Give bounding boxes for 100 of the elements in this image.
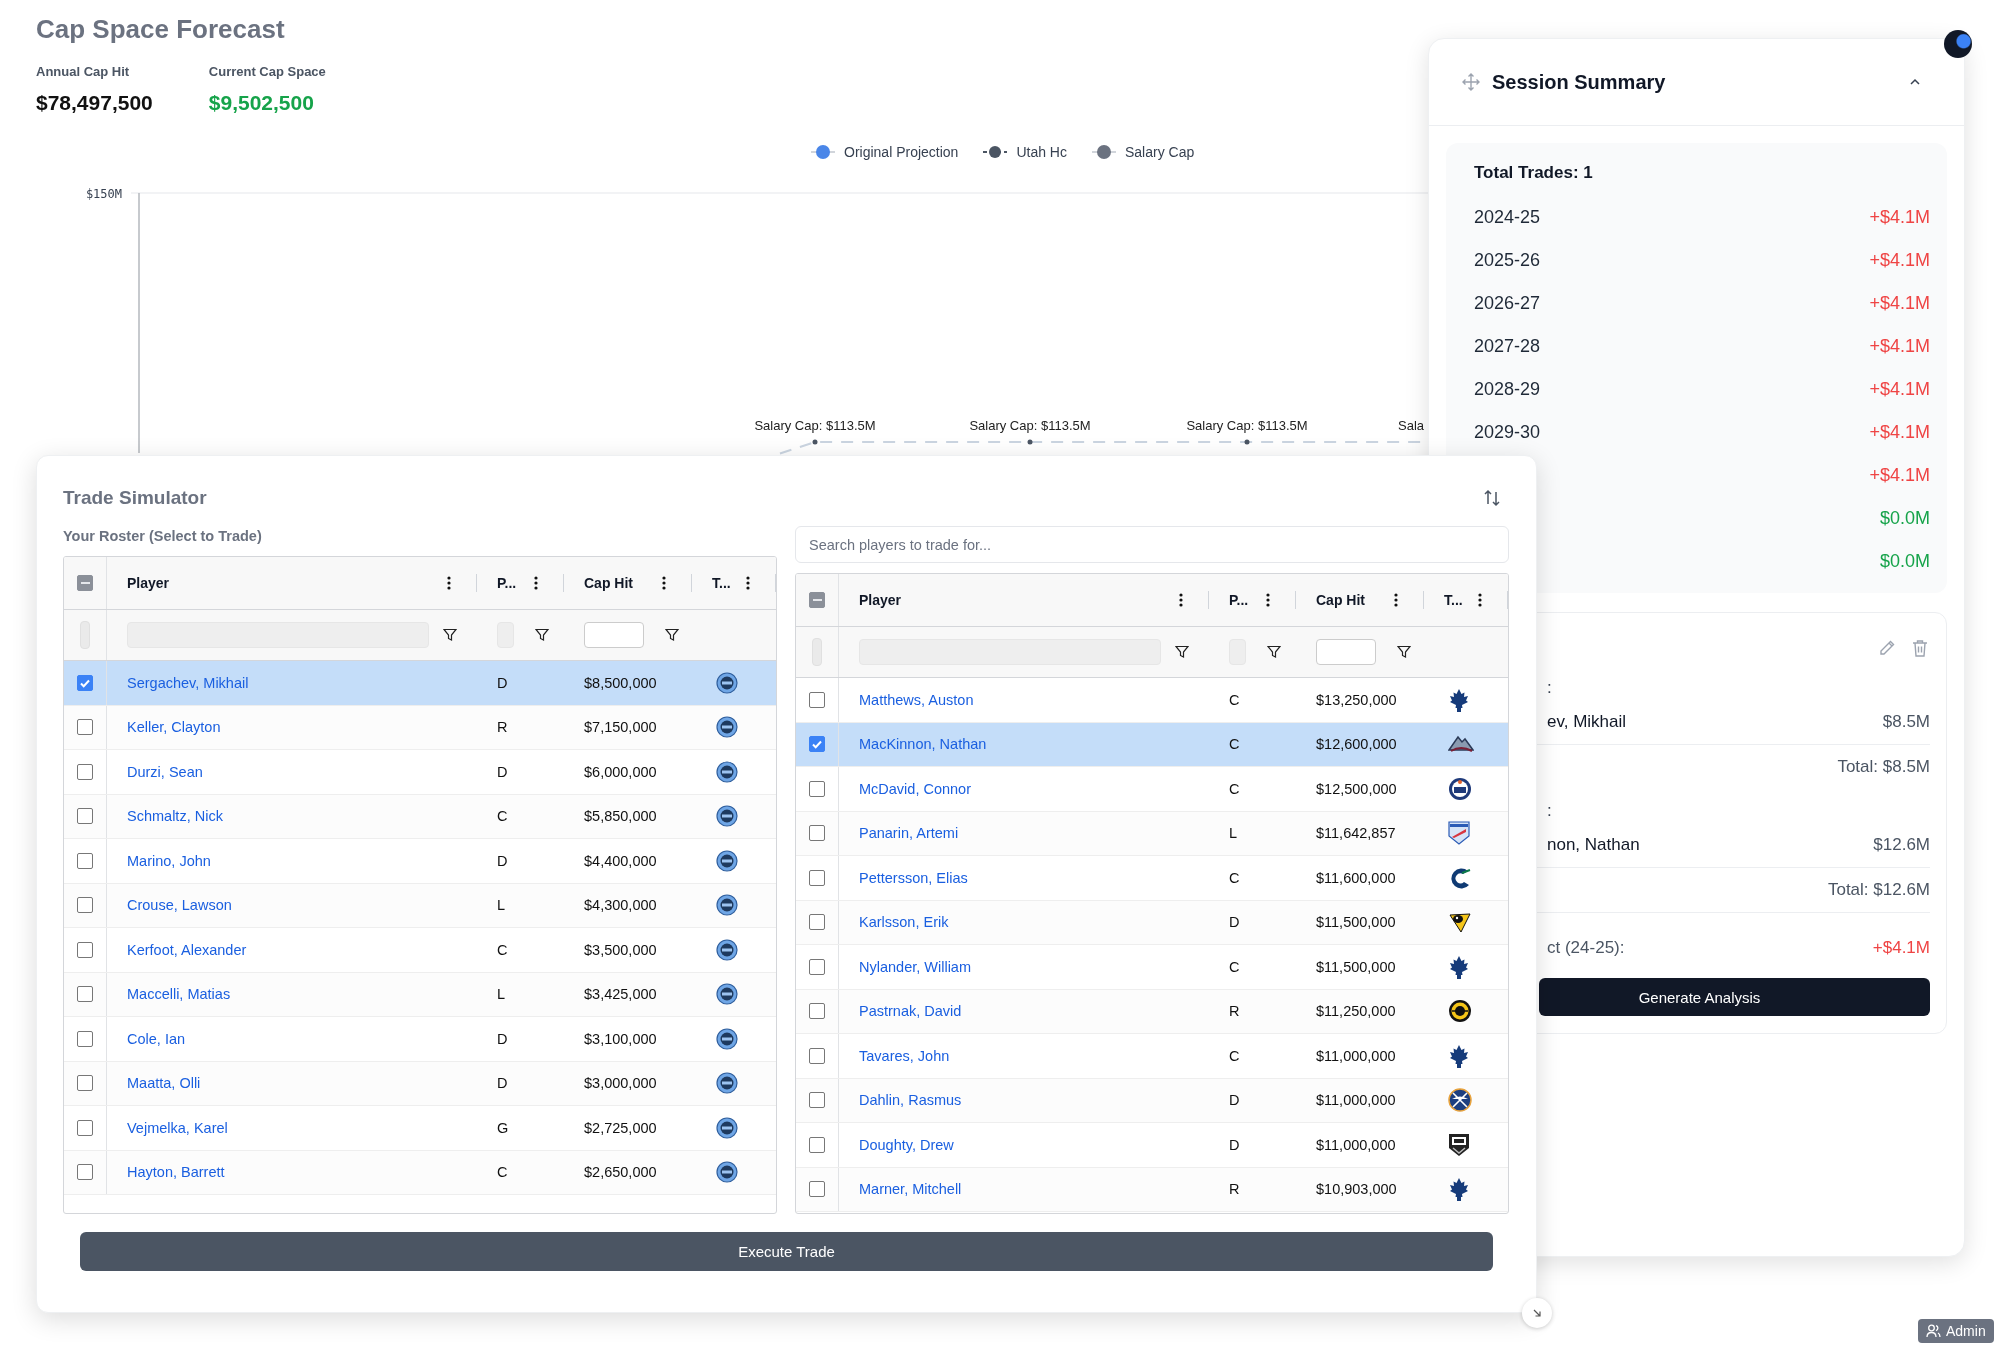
row-checkbox[interactable] <box>77 941 93 958</box>
filter-field[interactable] <box>812 638 822 666</box>
avatar-icon[interactable] <box>1944 30 1972 58</box>
filter-icon[interactable] <box>443 628 457 642</box>
player-link[interactable]: Keller, Clayton <box>127 719 221 736</box>
menu-icon[interactable] <box>1179 593 1183 607</box>
filter-field[interactable] <box>1316 639 1376 665</box>
player-link[interactable]: Maccelli, Matias <box>127 986 231 1003</box>
column-header[interactable]: Player <box>859 592 1179 608</box>
menu-icon[interactable] <box>662 576 666 590</box>
column-header[interactable]: Player <box>127 575 447 591</box>
menu-icon[interactable] <box>447 576 451 590</box>
row-checkbox[interactable] <box>77 1030 93 1047</box>
row-checkbox[interactable] <box>809 1136 825 1153</box>
pencil-icon[interactable] <box>1878 639 1896 657</box>
position-cell: C <box>497 941 508 958</box>
player-link[interactable]: Matthews, Auston <box>859 691 974 708</box>
stat-label: Current Cap Space <box>208 64 326 80</box>
row-checkbox[interactable] <box>809 1181 825 1198</box>
generate-analysis-button[interactable]: Generate Analysis <box>1539 978 1930 1016</box>
row-checkbox[interactable] <box>77 986 93 1003</box>
filter-field[interactable] <box>80 621 90 649</box>
filter-icon[interactable] <box>1175 645 1189 659</box>
cap-hit-cell: $11,000,000 <box>1316 1092 1396 1109</box>
search-field[interactable]: Search players to trade for... <box>795 526 1509 563</box>
player-link[interactable]: Karlsson, Erik <box>859 914 949 931</box>
legend-label[interactable]: Salary Cap <box>1124 144 1195 160</box>
menu-icon[interactable] <box>534 576 538 590</box>
row-checkbox[interactable] <box>809 1092 825 1109</box>
execute-trade-button[interactable]: Execute Trade <box>80 1232 1493 1271</box>
player-link[interactable]: Panarin, Artemi <box>859 825 959 842</box>
player-link[interactable]: Marino, John <box>127 852 211 869</box>
row-checkbox[interactable] <box>77 1164 93 1181</box>
swap-icon[interactable] <box>1483 489 1501 507</box>
player-link[interactable]: Doughty, Drew <box>859 1136 954 1153</box>
row-checkbox[interactable] <box>77 852 93 869</box>
column-header[interactable]: Cap Hit <box>584 575 662 591</box>
row-checkbox[interactable] <box>77 674 93 691</box>
position-cell: C <box>1229 691 1240 708</box>
menu-icon[interactable] <box>1394 593 1398 607</box>
player-link[interactable]: Nylander, William <box>859 958 971 975</box>
player-link[interactable]: Tavares, John <box>859 1047 950 1064</box>
position-cell: D <box>497 852 508 869</box>
cap-hit-cell: $6,000,000 <box>584 763 657 780</box>
menu-icon[interactable] <box>1478 593 1482 607</box>
cap-hit-cell: $12,600,000 <box>1316 736 1397 753</box>
admin-badge[interactable]: Admin <box>1918 1319 1994 1343</box>
row-checkbox[interactable] <box>809 780 825 797</box>
select-all-checkbox[interactable] <box>809 592 825 608</box>
filter-icon[interactable] <box>1397 645 1411 659</box>
row-checkbox[interactable] <box>809 736 825 753</box>
filter-icon[interactable] <box>1267 645 1281 659</box>
player-link[interactable]: Vejmelka, Karel <box>127 1119 228 1136</box>
column-header[interactable]: T... <box>1444 592 1478 608</box>
legend-label[interactable]: Utah Hc <box>1016 144 1067 160</box>
player-link[interactable]: MacKinnon, Nathan <box>859 736 987 753</box>
filter-icon[interactable] <box>535 628 549 642</box>
player-link[interactable]: Marner, Mitchell <box>859 1181 962 1198</box>
select-all-checkbox[interactable] <box>77 575 93 591</box>
player-link[interactable]: Maatta, Olli <box>127 1075 201 1092</box>
filter-icon[interactable] <box>665 628 679 642</box>
resize-handle[interactable] <box>1522 1298 1552 1328</box>
data-label: Sala <box>1398 418 1425 433</box>
position-cell: L <box>497 897 506 914</box>
player-link[interactable]: Hayton, Barrett <box>127 1164 225 1181</box>
filter-field[interactable] <box>584 622 644 648</box>
player-link[interactable]: Pastrnak, David <box>859 1003 962 1020</box>
row-checkbox[interactable] <box>77 1119 93 1136</box>
row-checkbox[interactable] <box>809 914 825 931</box>
player-link[interactable]: Crouse, Lawson <box>127 897 232 914</box>
player-link[interactable]: Durzi, Sean <box>127 763 203 780</box>
row-checkbox[interactable] <box>809 691 825 708</box>
row-checkbox[interactable] <box>77 719 93 736</box>
row-checkbox[interactable] <box>77 808 93 825</box>
menu-icon[interactable] <box>1266 593 1270 607</box>
row-checkbox[interactable] <box>809 1003 825 1020</box>
player-link[interactable]: Kerfoot, Alexander <box>127 941 247 958</box>
player-link[interactable]: Dahlin, Rasmus <box>859 1092 962 1109</box>
trash-icon[interactable] <box>1912 639 1928 657</box>
player-link[interactable]: Pettersson, Elias <box>859 869 968 886</box>
row-checkbox[interactable] <box>809 869 825 886</box>
menu-icon[interactable] <box>746 576 750 590</box>
player-link[interactable]: Sergachev, Mikhail <box>127 674 249 691</box>
player-link[interactable]: Schmaltz, Nick <box>127 808 223 825</box>
player-link[interactable]: McDavid, Connor <box>859 780 971 797</box>
move-icon[interactable] <box>1462 73 1480 91</box>
position-cell: D <box>1229 1092 1240 1109</box>
row-checkbox[interactable] <box>77 763 93 780</box>
column-header[interactable]: P... <box>1229 592 1266 608</box>
row-checkbox[interactable] <box>809 1047 825 1064</box>
legend-label[interactable]: Original Projection <box>844 144 959 160</box>
row-checkbox[interactable] <box>77 1075 93 1092</box>
row-checkbox[interactable] <box>809 825 825 842</box>
row-checkbox[interactable] <box>809 958 825 975</box>
column-header[interactable]: T... <box>712 575 746 591</box>
column-header[interactable]: P... <box>497 575 534 591</box>
cap-hit-cell: $8,500,000 <box>584 674 657 691</box>
player-link[interactable]: Cole, Ian <box>127 1030 186 1047</box>
column-header[interactable]: Cap Hit <box>1316 592 1394 608</box>
row-checkbox[interactable] <box>77 897 93 914</box>
